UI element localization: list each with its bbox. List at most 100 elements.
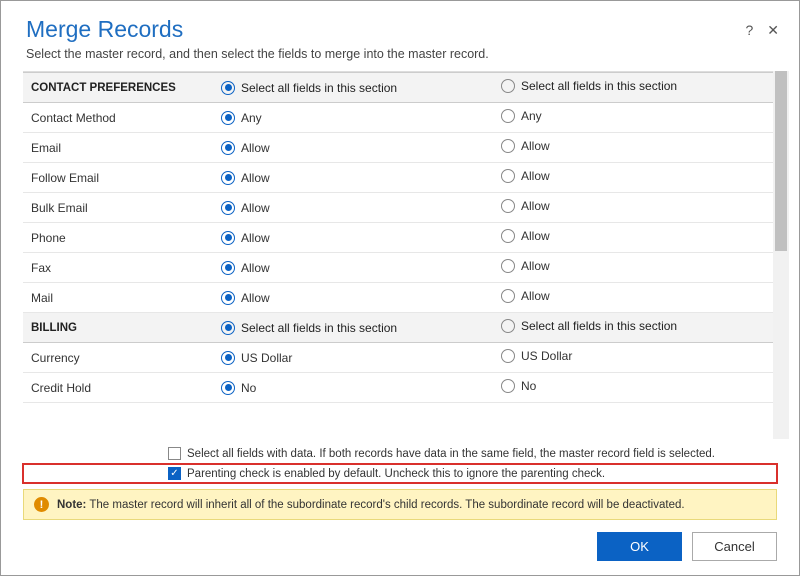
fields-table: CONTACT PREFERENCES Select all fields in … — [23, 72, 773, 403]
note-body: The master record will inherit all of th… — [89, 499, 684, 511]
parenting-check-checkbox[interactable]: ✓ — [168, 467, 181, 480]
dialog-subtitle: Select the master record, and then selec… — [26, 47, 774, 61]
field-label: Contact Method — [23, 103, 213, 133]
field-radio-right[interactable]: Allow — [501, 229, 550, 243]
radio-label: Allow — [241, 231, 270, 245]
field-radio-right[interactable]: Allow — [501, 139, 550, 153]
table-row: Email Allow Allow — [23, 133, 773, 163]
radio-label: Allow — [521, 289, 550, 303]
select-all-with-data-checkbox[interactable] — [168, 447, 181, 460]
section-header: BILLINGSelect all fields in this section… — [23, 313, 773, 343]
radio-label: Any — [241, 111, 262, 125]
button-bar: OK Cancel — [1, 520, 799, 575]
select-all-with-data-row: Select all fields with data. If both rec… — [23, 443, 777, 464]
field-radio-left[interactable]: Any — [221, 111, 262, 125]
ok-button[interactable]: OK — [597, 532, 682, 561]
field-label: Email — [23, 133, 213, 163]
field-label: Mail — [23, 283, 213, 313]
radio-label: Select all fields in this section — [521, 79, 677, 93]
radio-icon — [501, 79, 515, 93]
radio-label: Allow — [521, 229, 550, 243]
parenting-check-label: Parenting check is enabled by default. U… — [187, 468, 605, 480]
radio-label: Select all fields in this section — [521, 319, 677, 333]
radio-icon — [501, 199, 515, 213]
field-radio-right[interactable]: Allow — [501, 169, 550, 183]
field-label: Credit Hold — [23, 373, 213, 403]
field-radio-right[interactable]: No — [501, 379, 536, 393]
header-controls: ? ✕ — [745, 23, 779, 37]
select-all-section-right[interactable]: Select all fields in this section — [501, 79, 677, 93]
radio-icon — [501, 289, 515, 303]
radio-label: Select all fields in this section — [241, 81, 397, 95]
radio-icon — [221, 321, 235, 335]
radio-label: Allow — [241, 171, 270, 185]
select-all-section-left[interactable]: Select all fields in this section — [221, 81, 397, 95]
field-radio-left[interactable]: US Dollar — [221, 351, 292, 365]
radio-label: No — [521, 379, 536, 393]
radio-icon — [221, 381, 235, 395]
field-label: Fax — [23, 253, 213, 283]
radio-label: US Dollar — [241, 351, 292, 365]
radio-label: Allow — [521, 259, 550, 273]
parenting-check-row: ✓ Parenting check is enabled by default.… — [23, 464, 777, 483]
radio-icon — [221, 141, 235, 155]
select-all-section-right[interactable]: Select all fields in this section — [501, 319, 677, 333]
table-row: Follow EmailAllowAllow — [23, 163, 773, 193]
field-radio-right[interactable]: US Dollar — [501, 349, 572, 363]
radio-icon — [221, 291, 235, 305]
field-radio-right[interactable]: Any — [501, 109, 542, 123]
field-label: Bulk Email — [23, 193, 213, 223]
radio-label: Select all fields in this section — [241, 321, 397, 335]
field-radio-left[interactable]: Allow — [221, 201, 270, 215]
field-radio-left[interactable]: Allow — [221, 291, 270, 305]
radio-icon — [221, 231, 235, 245]
radio-icon — [501, 259, 515, 273]
table-row: Bulk Email Allow Allow — [23, 193, 773, 223]
cancel-button[interactable]: Cancel — [692, 532, 777, 561]
table-row: Mail Allow Allow — [23, 283, 773, 313]
field-label: Phone — [23, 223, 213, 253]
radio-icon — [501, 169, 515, 183]
dialog-title: Merge Records — [26, 16, 774, 43]
radio-icon — [501, 109, 515, 123]
field-radio-right[interactable]: Allow — [501, 259, 550, 273]
radio-icon — [501, 349, 515, 363]
radio-icon — [221, 201, 235, 215]
radio-label: Allow — [241, 141, 270, 155]
radio-icon — [221, 351, 235, 365]
radio-icon — [501, 229, 515, 243]
merge-records-dialog: Merge Records Select the master record, … — [0, 0, 800, 576]
footer-options: Select all fields with data. If both rec… — [1, 439, 799, 483]
field-radio-left[interactable]: Allow — [221, 231, 270, 245]
close-button[interactable]: ✕ — [767, 23, 779, 37]
table-row: Fax Allow Allow — [23, 253, 773, 283]
field-radio-left[interactable]: Allow — [221, 171, 270, 185]
radio-icon — [221, 81, 235, 95]
scrollbar[interactable] — [773, 71, 789, 439]
note-bar: ! Note: The master record will inherit a… — [23, 489, 777, 520]
note-prefix: Note: — [57, 499, 86, 511]
select-all-with-data-label: Select all fields with data. If both rec… — [187, 448, 715, 460]
radio-icon — [501, 319, 515, 333]
table-row: CurrencyUS DollarUS Dollar — [23, 343, 773, 373]
radio-label: Allow — [521, 169, 550, 183]
field-radio-left[interactable]: Allow — [221, 141, 270, 155]
radio-icon — [501, 379, 515, 393]
radio-label: US Dollar — [521, 349, 572, 363]
radio-label: Allow — [521, 199, 550, 213]
section-name: CONTACT PREFERENCES — [23, 73, 213, 103]
radio-icon — [221, 171, 235, 185]
warning-icon: ! — [34, 497, 49, 512]
radio-label: Allow — [241, 291, 270, 305]
radio-label: Allow — [521, 139, 550, 153]
radio-label: Allow — [241, 261, 270, 275]
radio-icon — [501, 139, 515, 153]
scrollbar-thumb[interactable] — [775, 71, 787, 251]
select-all-section-left[interactable]: Select all fields in this section — [221, 321, 397, 335]
field-radio-left[interactable]: No — [221, 381, 256, 395]
dialog-content: CONTACT PREFERENCES Select all fields in … — [23, 71, 773, 439]
field-radio-right[interactable]: Allow — [501, 289, 550, 303]
field-radio-right[interactable]: Allow — [501, 199, 550, 213]
field-radio-left[interactable]: Allow — [221, 261, 270, 275]
help-button[interactable]: ? — [745, 23, 753, 37]
